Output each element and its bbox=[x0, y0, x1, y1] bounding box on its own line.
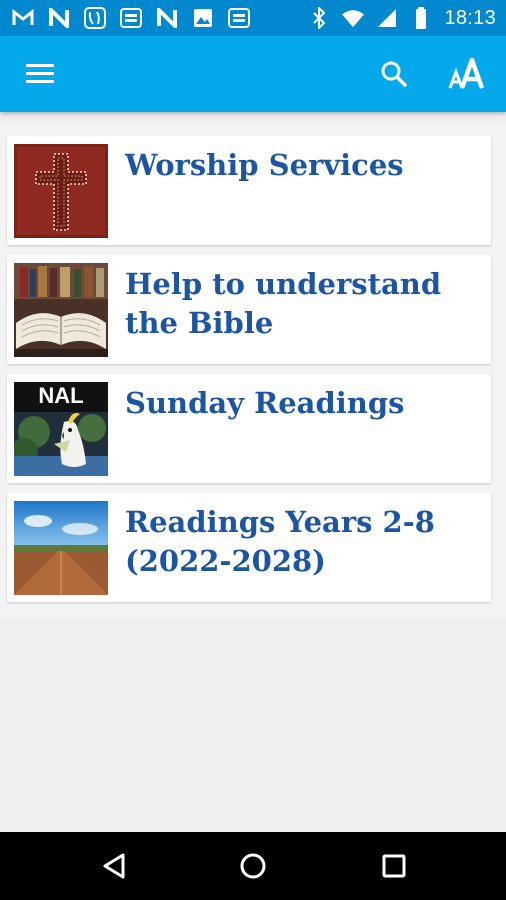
signal-icon bbox=[376, 7, 398, 29]
clock-time: 18:13 bbox=[444, 6, 496, 29]
bluetooth-icon bbox=[308, 7, 330, 29]
status-bar: 18:13 bbox=[0, 0, 506, 36]
back-icon[interactable] bbox=[94, 846, 134, 886]
n-app-icon bbox=[48, 7, 70, 29]
bible-app-icon bbox=[228, 7, 250, 29]
n-app-icon bbox=[156, 7, 178, 29]
list-item-help-understand-bible[interactable]: Help to understand the Bible bbox=[7, 255, 491, 364]
list-item-sunday-readings[interactable]: NAL Sunday Readings bbox=[7, 374, 491, 483]
outback-road-image bbox=[14, 501, 108, 595]
system-icons: 18:13 bbox=[308, 7, 496, 30]
image-icon bbox=[192, 7, 214, 29]
wifi-icon bbox=[342, 7, 365, 29]
list-item-worship-services[interactable]: Worship Services bbox=[7, 136, 491, 245]
menu-list: Worship Services Help to understand the bbox=[0, 122, 506, 618]
list-item-title: Readings Years 2-8 (2022-2028) bbox=[125, 505, 435, 578]
recents-icon[interactable] bbox=[374, 846, 414, 886]
bible-app-icon bbox=[120, 7, 142, 29]
list-item-readings-years[interactable]: Readings Years 2-8 (2022-2028) bbox=[7, 493, 491, 602]
thumbnail-label: NAL bbox=[38, 383, 84, 408]
cross-image bbox=[14, 144, 108, 238]
navigation-bar bbox=[0, 832, 506, 900]
gmail-icon bbox=[12, 7, 34, 29]
list-item-title: Help to understand the Bible bbox=[125, 267, 442, 340]
app-bar bbox=[0, 36, 506, 112]
home-icon[interactable] bbox=[233, 846, 273, 886]
notification-icons bbox=[12, 7, 250, 29]
shoe-app-icon bbox=[84, 7, 106, 29]
text-size-icon[interactable] bbox=[446, 54, 490, 94]
search-icon[interactable] bbox=[376, 56, 412, 92]
hamburger-menu-icon[interactable] bbox=[20, 58, 60, 90]
list-item-title: Sunday Readings bbox=[125, 386, 405, 420]
list-item-title: Worship Services bbox=[125, 148, 404, 182]
nal-cockatoo-image: NAL bbox=[14, 382, 108, 476]
battery-icon bbox=[410, 7, 432, 29]
open-bible-image bbox=[14, 263, 108, 357]
